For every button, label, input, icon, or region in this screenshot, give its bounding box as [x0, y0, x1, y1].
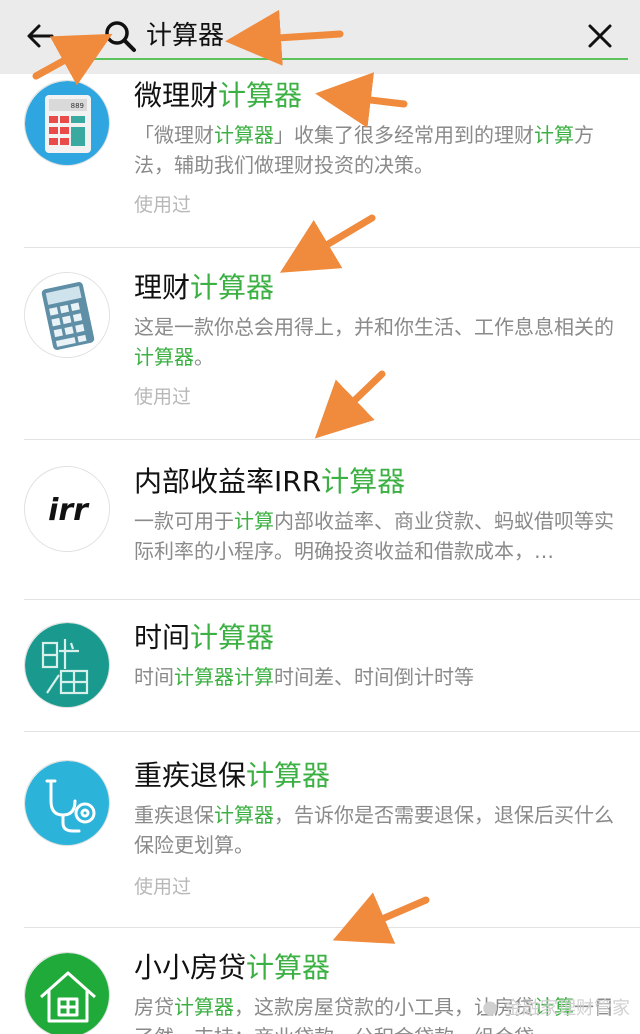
list-item[interactable]: 时间计算器 时间计算器计算时间差、时间倒计时等 [0, 600, 640, 732]
calculator-blue-icon: 889 [24, 80, 110, 166]
result-title: 微理财计算器 [134, 79, 303, 112]
used-badge: 使用过 [134, 194, 192, 216]
used-badge: 使用过 [134, 386, 192, 408]
result-description: 重疾退保计算器，告诉你是否需要退保，退保后买什么保险更划算。 [134, 803, 614, 857]
result-description: 「微理财计算器」收集了很多经常用到的理财计算方法，辅助我们做理财投资的决策。 [134, 123, 594, 177]
wechat-icon: ● [482, 996, 498, 1018]
list-item[interactable]: 重疾退保计算器 重疾退保计算器，告诉你是否需要退保，退保后买什么保险更划算。 使… [0, 732, 640, 928]
result-title: 重疾退保计算器 [134, 759, 331, 792]
result-description: 这是一款你总会用得上，并和你生活、工作息息相关的计算器。 [134, 315, 614, 369]
search-bar [0, 0, 640, 74]
calculator-gray-icon [24, 272, 110, 358]
magnifier-icon [100, 14, 140, 58]
result-title: 时间计算器 [134, 621, 275, 654]
irr-logo-icon: irr [24, 466, 110, 552]
stethoscope-icon [24, 760, 110, 846]
back-button[interactable] [18, 14, 62, 58]
result-title: 小小房贷计算器 [134, 951, 331, 984]
search-input[interactable] [146, 14, 566, 58]
time-logo-icon [24, 622, 110, 708]
result-description: 一款可用于计算内部收益率、商业贷款、蚂蚁借呗等实际利率的小程序。明确投资收益和借… [134, 509, 614, 563]
watermark: ● 金融家理财管家 [482, 996, 630, 1020]
list-item[interactable]: 889 微理财计算器 「微理财计算器」收集了很多经常用到的理财计算方法，辅助我们… [0, 74, 640, 248]
used-badge: 使用过 [134, 876, 192, 898]
result-title: 理财计算器 [134, 271, 275, 304]
svg-text:889: 889 [71, 102, 84, 110]
close-icon [588, 24, 612, 48]
house-icon [24, 952, 110, 1034]
result-title: 内部收益率IRR计算器 [134, 465, 406, 498]
back-arrow-icon [27, 24, 54, 48]
clear-button[interactable] [578, 14, 622, 58]
svg-text:irr: irr [48, 493, 90, 528]
list-item[interactable]: 理财计算器 这是一款你总会用得上，并和你生活、工作息息相关的计算器。 使用过 [0, 248, 640, 440]
results-list: 889 微理财计算器 「微理财计算器」收集了很多经常用到的理财计算方法，辅助我们… [0, 74, 640, 1034]
list-item[interactable]: irr 内部收益率IRR计算器 一款可用于计算内部收益率、商业贷款、蚂蚁借呗等实… [0, 440, 640, 600]
search-underline [94, 58, 628, 60]
result-description: 时间计算器计算时间差、时间倒计时等 [134, 665, 474, 689]
